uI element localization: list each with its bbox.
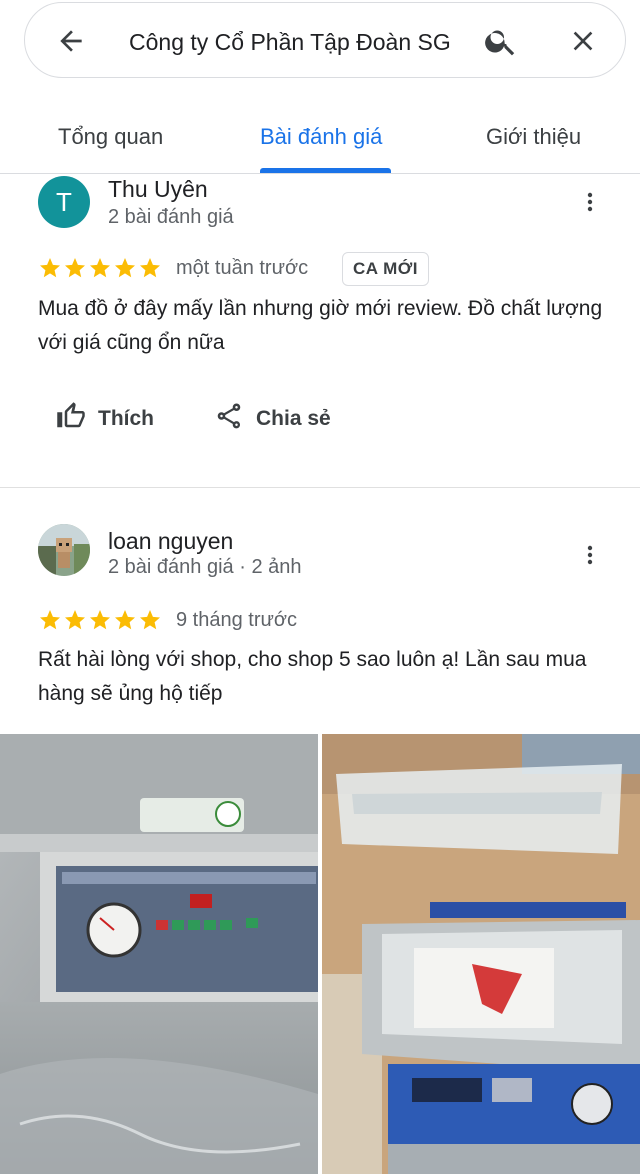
review-text: Mua đồ ở đây mấy lần nhưng giờ mới revie… xyxy=(38,297,603,354)
star-icon xyxy=(140,610,160,630)
share-icon xyxy=(214,401,244,437)
arrow-back-icon[interactable] xyxy=(55,25,87,57)
tab-reviews[interactable]: Bài đánh giá xyxy=(260,124,382,150)
avatar[interactable] xyxy=(38,524,90,576)
more-vert-icon[interactable] xyxy=(578,190,602,214)
reviewer-meta: 2 bài đánh giá xyxy=(108,206,234,228)
review-time: 9 tháng trước xyxy=(176,609,298,631)
tab-overview[interactable]: Tổng quan xyxy=(58,124,163,150)
star-icon xyxy=(40,610,60,630)
reviewer-name[interactable]: loan nguyen xyxy=(108,528,233,555)
search-bar[interactable]: Công ty Cổ Phần Tập Đoàn SG xyxy=(24,2,626,78)
review-photo[interactable] xyxy=(0,734,318,1174)
tab-bar: Tổng quan Bài đánh giá Giới thiệu xyxy=(0,100,640,174)
search-icon[interactable] xyxy=(483,23,519,59)
thumb-up-icon xyxy=(56,401,86,437)
star-icon xyxy=(115,610,135,630)
star-rating xyxy=(38,256,162,280)
review-divider xyxy=(0,487,640,488)
tabs-divider xyxy=(0,173,640,174)
search-input[interactable]: Công ty Cổ Phần Tập Đoàn SG xyxy=(129,25,459,59)
share-label: Chia sẻ xyxy=(256,407,331,430)
share-button[interactable]: Chia sẻ xyxy=(214,401,331,437)
like-label: Thích xyxy=(98,407,154,430)
review-time: một tuần trước xyxy=(176,257,309,279)
review-photo[interactable] xyxy=(322,734,640,1174)
new-review-badge: CA MỚI xyxy=(342,252,430,286)
close-icon[interactable] xyxy=(567,25,599,57)
star-icon xyxy=(115,258,135,278)
star-icon xyxy=(90,610,110,630)
tab-about[interactable]: Giới thiệu xyxy=(486,124,581,150)
review-text: Rất hài lòng với shop, cho shop 5 sao lu… xyxy=(38,648,587,705)
more-vert-icon[interactable] xyxy=(578,543,602,567)
reviewer-name[interactable]: Thu Uyên xyxy=(108,176,208,203)
star-rating xyxy=(38,608,162,632)
star-icon xyxy=(140,258,160,278)
like-button[interactable]: Thích xyxy=(56,401,154,437)
star-icon xyxy=(65,258,85,278)
reviewer-meta: 2 bài đánh giá · 2 ảnh xyxy=(108,556,302,578)
avatar[interactable]: T xyxy=(38,176,90,228)
star-icon xyxy=(90,258,110,278)
star-icon xyxy=(40,258,60,278)
star-icon xyxy=(65,610,85,630)
